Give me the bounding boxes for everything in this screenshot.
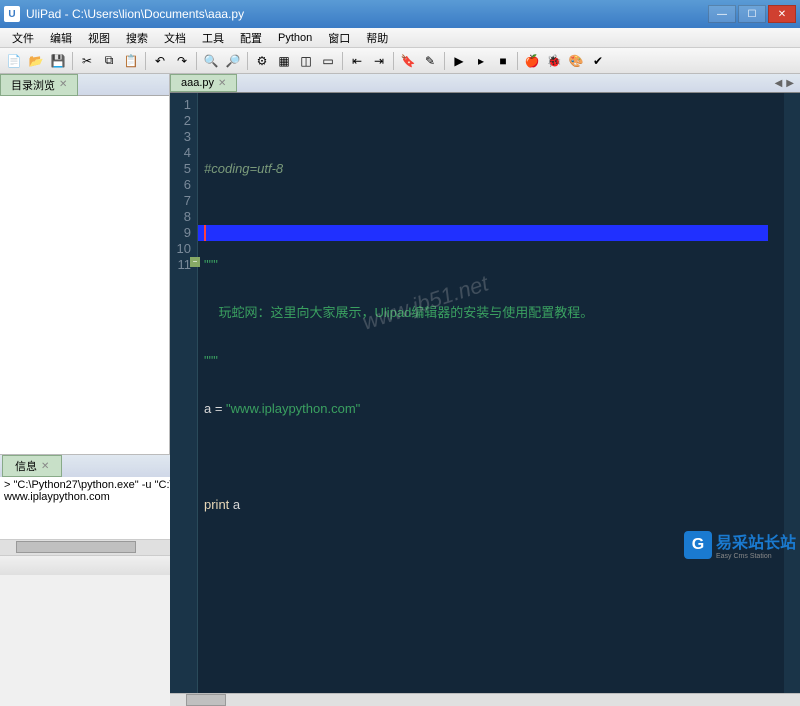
tab-prev-icon[interactable]: ◀ — [775, 78, 783, 89]
paste-icon[interactable]: 📋 — [121, 51, 141, 71]
output-tab-label: 信息 — [15, 458, 37, 474]
editor-pane: aaa.py ✕ ◀ ▶ 1 2 3 4 5 6 7 8 9 10 11 — [170, 74, 800, 454]
code-editor[interactable]: 1 2 3 4 5 6 7 8 9 10 11 #coding=utf-8 −"… — [170, 93, 800, 693]
indent-left-icon[interactable]: ⇤ — [347, 51, 367, 71]
window-tile-icon[interactable]: ▦ — [274, 51, 294, 71]
menu-python[interactable]: Python — [270, 30, 320, 46]
sidebar-tabbar: 目录浏览 ✕ — [0, 74, 169, 96]
sidebar: 目录浏览 ✕ — [0, 74, 170, 454]
vertical-scrollbar[interactable] — [784, 93, 800, 693]
window-title: UliPad - C:\Users\lion\Documents\aaa.py — [26, 7, 708, 21]
run-icon[interactable]: ▶ — [449, 51, 469, 71]
undo-icon[interactable]: ↶ — [150, 51, 170, 71]
current-line-highlight — [198, 225, 768, 241]
brand-logo: G 易采站长站 Easy Cms Station — [684, 529, 796, 560]
open-file-icon[interactable]: 📂 — [26, 51, 46, 71]
find-icon[interactable]: 🔍 — [201, 51, 221, 71]
sidebar-tab-label: 目录浏览 — [11, 77, 55, 93]
new-file-icon[interactable]: 📄 — [4, 51, 24, 71]
fold-marker-icon[interactable]: − — [190, 257, 200, 267]
close-icon[interactable]: ✕ — [41, 461, 49, 472]
comment-icon[interactable]: ✎ — [420, 51, 440, 71]
run-step-icon[interactable]: ▸ — [471, 51, 491, 71]
directory-tree[interactable] — [0, 96, 169, 454]
plugin-4-icon[interactable]: ✔ — [588, 51, 608, 71]
line-gutter: 1 2 3 4 5 6 7 8 9 10 11 — [170, 93, 198, 693]
sidebar-tab-directory[interactable]: 目录浏览 ✕ — [0, 74, 78, 96]
brand-icon: G — [684, 531, 712, 559]
plugin-2-icon[interactable]: 🐞 — [544, 51, 564, 71]
titlebar: U UliPad - C:\Users\lion\Documents\aaa.p… — [0, 0, 800, 28]
output-tab-info[interactable]: 信息 ✕ — [2, 455, 62, 477]
close-button[interactable]: ✕ — [768, 5, 796, 23]
close-icon[interactable]: ✕ — [59, 79, 67, 90]
menubar: 文件 编辑 视图 搜索 文档 工具 配置 Python 窗口 帮助 — [0, 28, 800, 48]
stop-icon[interactable]: ■ — [493, 51, 513, 71]
editor-tab-label: aaa.py — [181, 77, 214, 89]
text-cursor — [204, 225, 206, 241]
redo-icon[interactable]: ↷ — [172, 51, 192, 71]
menu-edit[interactable]: 编辑 — [42, 28, 80, 48]
save-icon[interactable]: 💾 — [48, 51, 68, 71]
editor-tab-aaa[interactable]: aaa.py ✕ — [170, 74, 237, 92]
toolbar: 📄 📂 💾 ✂ ⧉ 📋 ↶ ↷ 🔍 🔎 ⚙ ▦ ◫ ▭ ⇤ ⇥ 🔖 ✎ ▶ ▸ … — [0, 48, 800, 74]
menu-view[interactable]: 视图 — [80, 28, 118, 48]
brand-subtitle: Easy Cms Station — [716, 553, 796, 560]
settings-icon[interactable]: ⚙ — [252, 51, 272, 71]
menu-help[interactable]: 帮助 — [358, 28, 396, 48]
horizontal-scrollbar[interactable] — [170, 693, 800, 706]
scrollbar-thumb[interactable] — [16, 541, 136, 553]
plugin-3-icon[interactable]: 🎨 — [566, 51, 586, 71]
bookmark-icon[interactable]: 🔖 — [398, 51, 418, 71]
tab-next-icon[interactable]: ▶ — [786, 78, 794, 89]
close-icon[interactable]: ✕ — [218, 78, 226, 89]
menu-window[interactable]: 窗口 — [320, 28, 358, 48]
brand-name: 易采站长站 — [716, 529, 796, 553]
menu-tools[interactable]: 工具 — [194, 28, 232, 48]
menu-document[interactable]: 文档 — [156, 28, 194, 48]
editor-tabbar: aaa.py ✕ ◀ ▶ — [170, 74, 800, 93]
window-split-icon[interactable]: ◫ — [296, 51, 316, 71]
menu-config[interactable]: 配置 — [232, 28, 270, 48]
plugin-1-icon[interactable]: 🍎 — [522, 51, 542, 71]
indent-right-icon[interactable]: ⇥ — [369, 51, 389, 71]
app-icon: U — [4, 6, 20, 22]
window-layout-icon[interactable]: ▭ — [318, 51, 338, 71]
menu-file[interactable]: 文件 — [4, 28, 42, 48]
scrollbar-thumb[interactable] — [186, 694, 226, 706]
minimize-button[interactable]: — — [708, 5, 736, 23]
menu-search[interactable]: 搜索 — [118, 28, 156, 48]
copy-icon[interactable]: ⧉ — [99, 51, 119, 71]
cut-icon[interactable]: ✂ — [77, 51, 97, 71]
maximize-button[interactable]: ☐ — [738, 5, 766, 23]
code-content[interactable]: #coding=utf-8 −""" 玩蛇网：这里向大家展示，Ulipad编辑器… — [198, 93, 784, 693]
replace-icon[interactable]: 🔎 — [223, 51, 243, 71]
